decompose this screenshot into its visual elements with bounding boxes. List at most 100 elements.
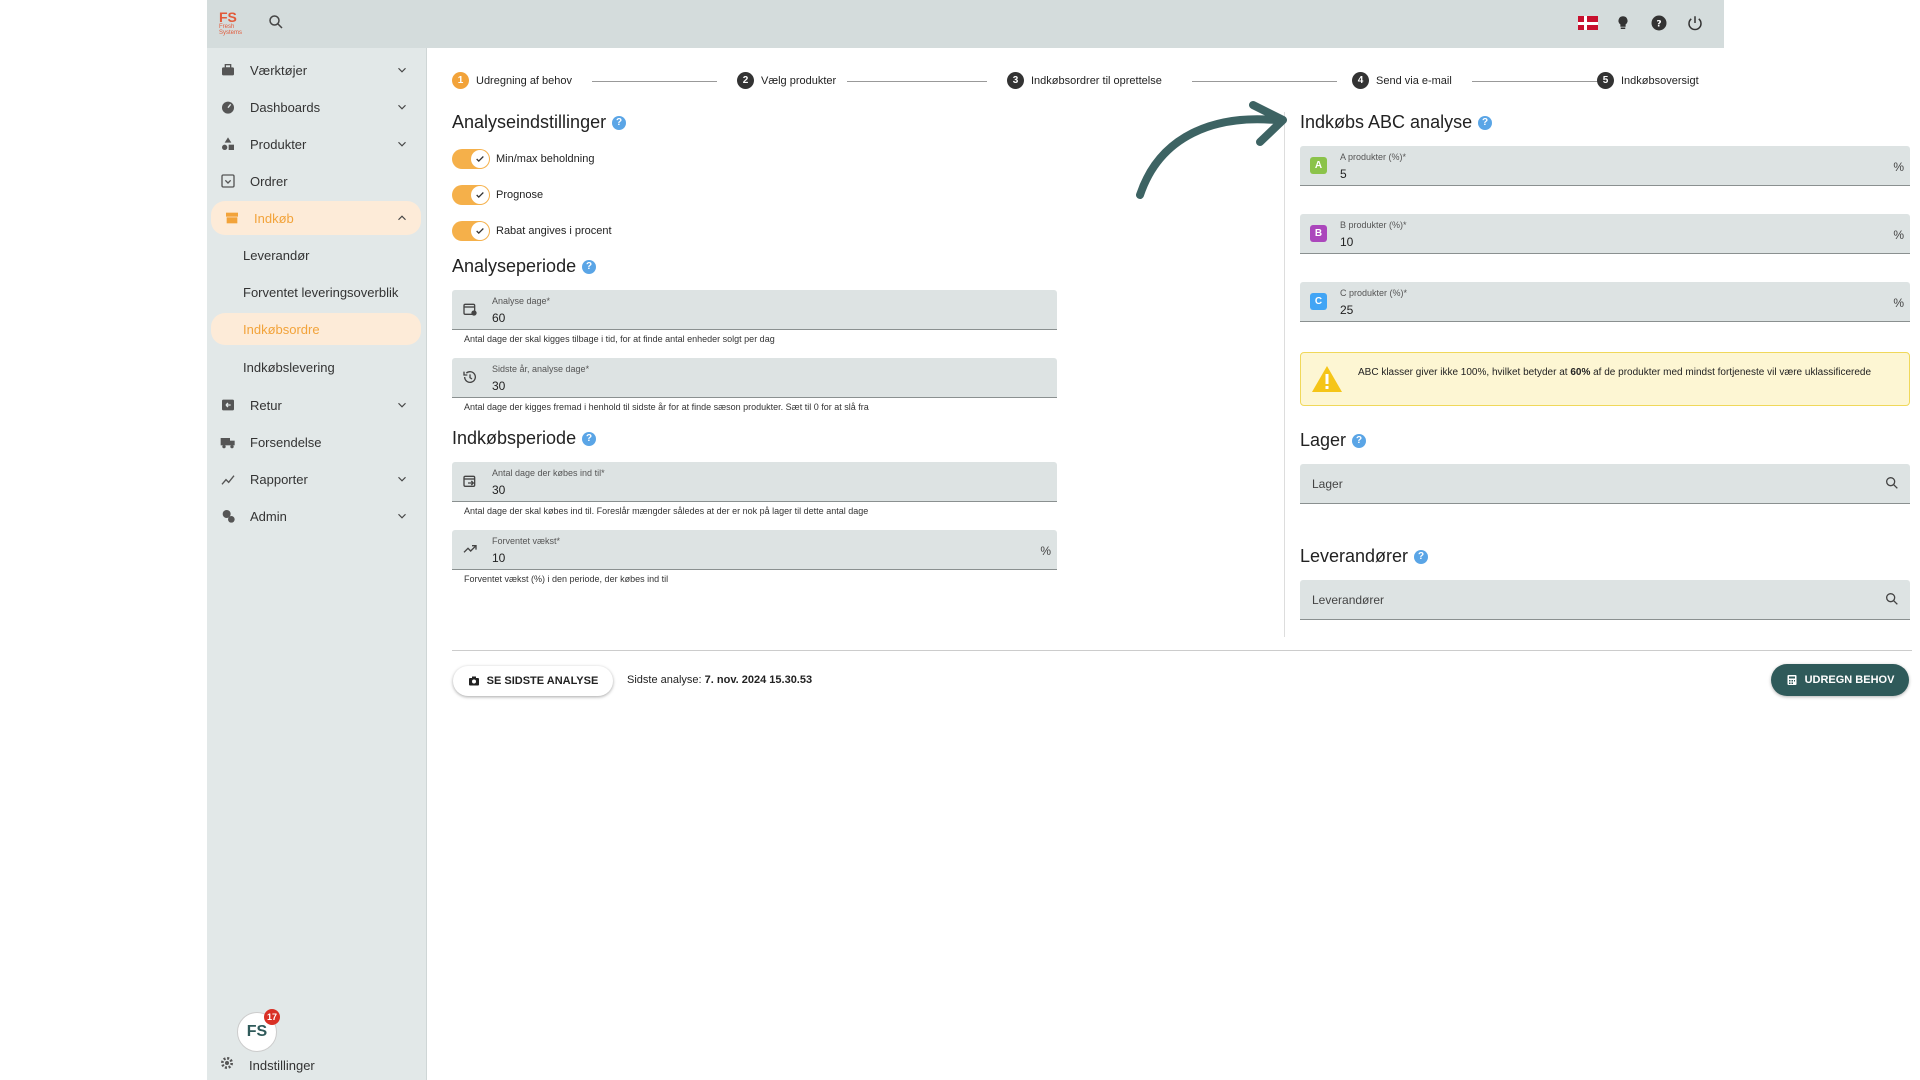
toggle-rabat-procent[interactable]: Rabat angives i procent: [452, 219, 612, 243]
app-logo[interactable]: FS Fresh Systems: [219, 10, 255, 36]
step-label: Send via e-mail: [1376, 74, 1452, 87]
danish-flag-icon[interactable]: [1578, 16, 1598, 30]
field-value: 60: [492, 311, 506, 325]
toggle-switch[interactable]: [452, 185, 490, 205]
input-placeholder: Leverandører: [1312, 593, 1385, 607]
chevron-down-icon: [395, 137, 409, 151]
calculate-needs-button[interactable]: UDREGN BEHOV: [1771, 664, 1909, 696]
check-icon: [471, 150, 489, 168]
sidebar-item-produkter[interactable]: Produkter: [207, 127, 421, 161]
step-1[interactable]: 1 Udregning af behov: [452, 72, 572, 89]
section-title-leverandoerer: Leverandører ?: [1300, 546, 1429, 567]
see-last-analysis-button[interactable]: SE SIDSTE ANALYSE: [453, 666, 613, 696]
store-icon: [223, 209, 241, 227]
stepper: 1 Udregning af behov 2 Vælg produkter 3 …: [452, 72, 1699, 92]
field-helper-text: Antal dage der skal købes ind til. Fores…: [464, 506, 869, 516]
step-number: 4: [1352, 72, 1369, 89]
step-2[interactable]: 2 Vælg produkter: [737, 72, 836, 89]
toggle-switch[interactable]: [452, 149, 490, 169]
leverandoerer-search-input[interactable]: Leverandører: [1300, 580, 1910, 620]
toggle-prognose[interactable]: Prognose: [452, 183, 543, 207]
step-connector: [1192, 81, 1337, 82]
chevron-down-icon: [395, 509, 409, 523]
step-label: Udregning af behov: [476, 74, 573, 87]
lightbulb-icon[interactable]: [1612, 12, 1634, 34]
letter-c-badge: C: [1310, 293, 1327, 310]
field-label: Sidste år, analyse dage*: [492, 364, 590, 374]
search-icon[interactable]: [1884, 591, 1902, 609]
sidebar-item-rapporter[interactable]: Rapporter: [207, 462, 421, 496]
toolbox-icon: [219, 61, 237, 79]
camera-icon: [468, 675, 480, 687]
badge-text: FS: [246, 1023, 268, 1040]
sidebar-item-forsendelse[interactable]: Forsendelse: [207, 425, 421, 459]
calculator-icon: [1786, 674, 1798, 686]
section-title: Indkøbsperiode: [452, 428, 577, 448]
sidebar-item-vaerktoejer[interactable]: Værktøjer: [207, 53, 421, 87]
sidebar-subitem-indkoebslevering[interactable]: Indkøbslevering: [211, 351, 421, 383]
lager-search-input[interactable]: Lager: [1300, 464, 1910, 504]
sidebar-item-label: Ordrer: [250, 173, 288, 189]
footer-divider: [452, 650, 1912, 651]
sidebar-item-label: Værktøjer: [250, 62, 308, 78]
trending-up-icon: [462, 541, 480, 559]
toggle-switch[interactable]: [452, 221, 490, 241]
calendar-clock-icon: [462, 301, 480, 319]
power-icon[interactable]: [1684, 12, 1706, 34]
gauge-icon: [219, 98, 237, 116]
forventet-vaekst-field[interactable]: Forventet vækst* 10 %: [452, 530, 1057, 570]
sidste-aar-analyse-dage-field[interactable]: Sidste år, analyse dage* 30: [452, 358, 1057, 398]
sidebar-subitem-leverandoer[interactable]: Leverandør: [211, 239, 421, 271]
annotation-arrow: [1136, 101, 1287, 199]
fs-avatar-badge[interactable]: FS 17: [237, 1009, 280, 1052]
field-value: 30: [492, 379, 506, 393]
help-icon[interactable]: ?: [1352, 433, 1367, 448]
help-icon[interactable]: ?: [582, 431, 597, 446]
sidebar-item-indkoeb[interactable]: Indkøb: [211, 201, 421, 235]
top-right-actions: ?: [1578, 12, 1706, 34]
help-icon[interactable]: ?: [1648, 12, 1670, 34]
admin-icon: [219, 507, 237, 525]
step-label: Vælg produkter: [761, 74, 837, 87]
chevron-down-icon: [395, 398, 409, 412]
sidebar-item-label: Admin: [250, 508, 287, 524]
check-icon: [471, 186, 489, 204]
toggle-min-max[interactable]: Min/max beholdning: [452, 147, 594, 171]
field-label: A produkter (%)*: [1340, 152, 1407, 162]
search-icon[interactable]: [267, 13, 289, 35]
sidebar-subitem-label: Indkøbsordre: [243, 321, 320, 337]
field-label: C produkter (%)*: [1340, 288, 1408, 298]
sidebar-item-indstillinger[interactable]: Indstillinger: [219, 1055, 315, 1076]
field-helper-text: Antal dage der kigges fremad i henhold t…: [464, 402, 869, 412]
a-produkter-field[interactable]: A A produkter (%)* 5 %: [1300, 146, 1910, 186]
inbox-icon: [219, 172, 237, 190]
sidebar-subitem-forventet-leveringsoverblik[interactable]: Forventet leveringsoverblik: [211, 276, 421, 308]
c-produkter-field[interactable]: C C produkter (%)* 25 %: [1300, 282, 1910, 322]
sidebar-item-dashboards[interactable]: Dashboards: [207, 90, 421, 124]
search-icon[interactable]: [1884, 475, 1902, 493]
help-icon[interactable]: ?: [612, 115, 627, 130]
chevron-down-icon: [395, 100, 409, 114]
sidebar-item-ordrer[interactable]: Ordrer: [207, 164, 421, 198]
sidebar-item-label: Forsendelse: [250, 434, 322, 450]
section-title: Leverandører: [1300, 546, 1409, 566]
gear-icon: [219, 1055, 235, 1076]
antal-dage-koebes-field[interactable]: Antal dage der købes ind til* 30: [452, 462, 1057, 502]
field-value: 10: [1340, 235, 1354, 249]
help-icon[interactable]: ?: [1478, 115, 1493, 130]
logo-mark: FS: [219, 9, 237, 25]
analyse-dage-field[interactable]: Analyse dage* 60: [452, 290, 1057, 330]
section-title-indkoebsperiode: Indkøbsperiode ?: [452, 428, 597, 449]
sidebar-subitem-indkoebsordre[interactable]: Indkøbsordre: [211, 313, 421, 345]
sidebar-item-retur[interactable]: Retur: [207, 388, 421, 422]
step-3[interactable]: 3 Indkøbsordrer til oprettelse: [1007, 72, 1162, 89]
sidebar-subitem-label: Indkøbslevering: [243, 359, 335, 375]
b-produkter-field[interactable]: B B produkter (%)* 10 %: [1300, 214, 1910, 254]
sidebar-item-admin[interactable]: Admin: [207, 499, 421, 533]
help-icon[interactable]: ?: [582, 259, 597, 274]
step-4[interactable]: 4 Send via e-mail: [1352, 72, 1452, 89]
step-5[interactable]: 5 Indkøbsoversigt: [1597, 72, 1699, 89]
help-icon[interactable]: ?: [1414, 549, 1429, 564]
letter-b-badge: B: [1310, 225, 1327, 242]
history-icon: [462, 369, 480, 387]
